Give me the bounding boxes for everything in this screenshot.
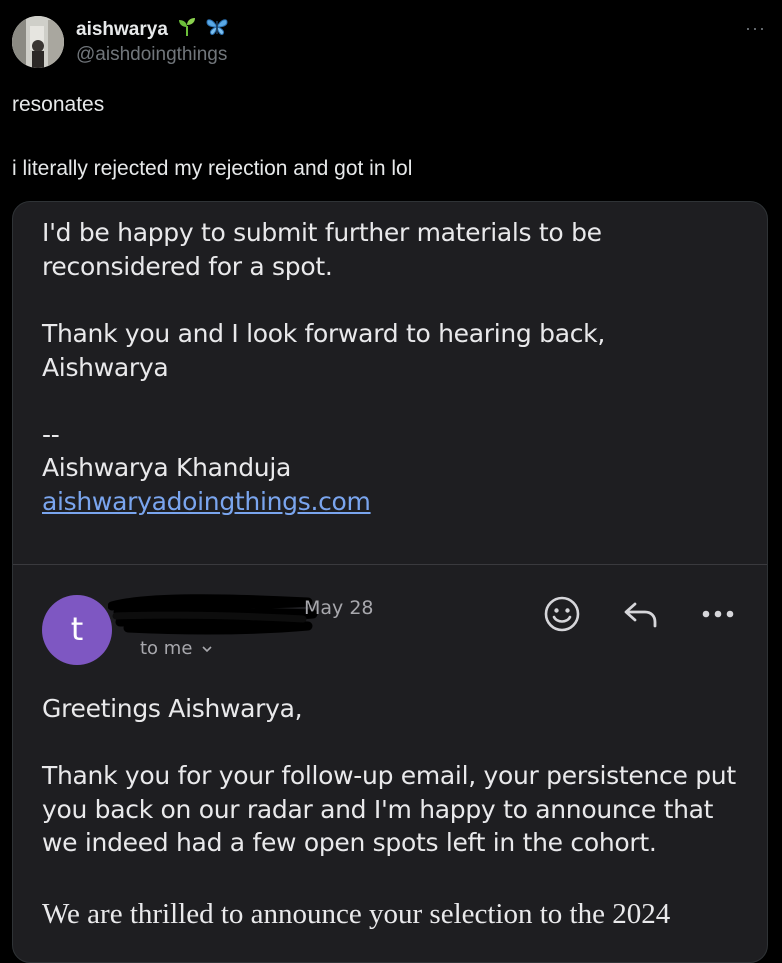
email-body-line-2: you back on our radar and I'm happy to a…: [42, 795, 714, 824]
recipient-details-toggle[interactable]: to me: [140, 638, 213, 659]
more-actions-icon[interactable]: [701, 608, 735, 620]
email-greeting: Greetings Aishwarya,: [42, 694, 303, 723]
tweet-line-1: resonates: [12, 93, 105, 116]
user-handle[interactable]: @aishdoingthings: [76, 44, 227, 66]
avatar-photo: [12, 16, 64, 68]
signature-link[interactable]: aishwaryadoingthings.com: [42, 487, 371, 516]
email-previous-line-1: I'd be happy to submit further materials…: [42, 218, 602, 247]
more-options-button[interactable]: ···: [745, 18, 766, 39]
email-previous-line-3: Thank you and I look forward to hearing …: [42, 319, 605, 348]
chevron-down-icon: [202, 646, 212, 653]
message-divider: [13, 564, 767, 565]
email-body-line-3: we indeed had a few open spots left in t…: [42, 828, 657, 857]
butterfly-emoji: [206, 17, 228, 43]
tweet-text: resonates i literally rejected my reject…: [12, 92, 752, 182]
reply-icon[interactable]: [623, 600, 659, 630]
signature-name: Aishwarya Khanduja: [42, 453, 292, 482]
sender-avatar[interactable]: t: [42, 595, 112, 665]
email-body-line-1: Thank you for your follow-up email, your…: [42, 761, 736, 790]
tweet-line-2: i literally rejected my rejection and go…: [12, 157, 413, 180]
email-body-serif-line: We are thrilled to announce your selecti…: [42, 898, 671, 930]
redacted-sender-name: [108, 594, 318, 635]
display-name-text: aishwarya: [76, 19, 168, 41]
signature-separator: --: [42, 420, 60, 449]
display-name[interactable]: aishwarya: [76, 17, 228, 43]
email-previous-line-2: reconsidered for a spot.: [42, 252, 333, 281]
email-date: May 28: [304, 597, 374, 619]
email-previous-line-4: Aishwarya: [42, 353, 169, 382]
emoji-react-icon[interactable]: [543, 595, 581, 633]
tweet-media-image[interactable]: I'd be happy to submit further materials…: [12, 201, 768, 963]
recipient-label: to me: [140, 638, 193, 659]
profile-avatar[interactable]: [12, 16, 64, 68]
seedling-emoji: [177, 17, 197, 43]
